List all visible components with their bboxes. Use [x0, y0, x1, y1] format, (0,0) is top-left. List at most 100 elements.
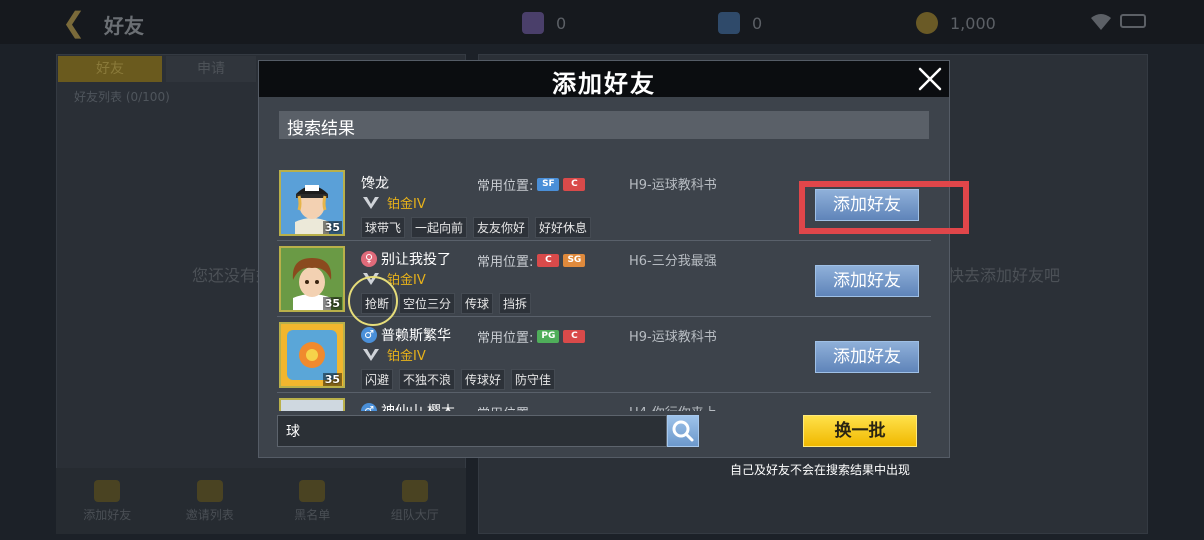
- add-friend-button[interactable]: 添加好友: [815, 341, 919, 373]
- dialog-header: 添加好友: [259, 61, 949, 98]
- back-icon[interactable]: ❮: [62, 8, 92, 38]
- tag-list: 球带飞 一起向前 友友你好 好好休息: [361, 217, 592, 238]
- tag: 闪避: [361, 369, 394, 390]
- search-results-list[interactable]: 35 馋龙 铂金IV 球带飞 一起向前 友友你好 好好休息 常用位置: SF C…: [277, 165, 931, 411]
- player-name-part: 樱木: [427, 401, 455, 411]
- tag: 挡拆: [499, 293, 532, 314]
- resource-3: 1,000: [916, 12, 996, 34]
- result-row: 35 ♀ 别让我投了 铂金IV 抢断 空位三分 传球 挡拆 常用位置: C SG…: [277, 241, 931, 317]
- resource-2: 0: [718, 12, 762, 34]
- tag: 传球: [461, 293, 494, 314]
- rank-icon: [363, 272, 379, 285]
- avatar[interactable]: 35: [279, 246, 345, 312]
- close-icon: [918, 67, 942, 91]
- tag: 不独不浪: [399, 369, 456, 390]
- search-note: 自己及好友不会在搜索结果中出现: [730, 463, 911, 477]
- tag: 空位三分: [399, 293, 456, 314]
- result-row: 35 ♂ 普赖斯繁华 铂金IV 闪避 不独不浪 传球好 防守佳 常用位置: PG…: [277, 317, 931, 393]
- level-badge: 35: [322, 297, 342, 310]
- positions: 常用位置:: [477, 403, 533, 411]
- male-icon: ♂: [361, 327, 377, 343]
- tab-requests[interactable]: 申请: [166, 56, 256, 82]
- female-icon: ♀: [361, 251, 377, 267]
- result-row: ♂ 神仙山 樱木 常用位置: H4-你行你来上: [277, 393, 931, 411]
- tag: 球带飞: [361, 217, 406, 238]
- tag-list: 闪避 不独不浪 传球好 防守佳: [361, 369, 556, 390]
- tag: 一起向前: [411, 217, 468, 238]
- positions: 常用位置: C SG: [477, 251, 586, 270]
- position-badge: PG: [537, 330, 560, 343]
- resource-1: 0: [522, 12, 566, 34]
- search-icon: [672, 420, 694, 442]
- add-friend-button[interactable]: 添加好友: [815, 265, 919, 297]
- battery-icon: [1120, 14, 1146, 28]
- result-row: 35 馋龙 铂金IV 球带飞 一起向前 友友你好 好好休息 常用位置: SF C…: [277, 165, 931, 241]
- rank-icon: [363, 196, 379, 209]
- male-icon: ♂: [361, 403, 377, 411]
- add-friend-button[interactable]: 添加好友: [815, 189, 919, 221]
- position-badge: C: [563, 178, 586, 191]
- positions-label: 常用位置:: [477, 331, 534, 346]
- rank-text: 铂金IV: [387, 197, 426, 212]
- bottom-item-invites[interactable]: 邀请列表: [168, 479, 252, 523]
- avatar[interactable]: [279, 398, 345, 411]
- positions-label: 常用位置:: [477, 255, 534, 270]
- search-button[interactable]: [667, 415, 699, 447]
- tag: 好好休息: [535, 217, 592, 238]
- section-title: 搜索结果: [287, 119, 355, 139]
- close-button[interactable]: [915, 64, 945, 94]
- player-name: 神仙山: [381, 401, 423, 411]
- tag: 友友你好: [473, 217, 530, 238]
- tag: 抢断: [361, 293, 394, 314]
- blacklist-icon: [299, 479, 326, 502]
- positions-label: 常用位置:: [477, 179, 534, 194]
- name-line: ♂ 神仙山 樱木: [361, 401, 455, 411]
- position-badge: C: [563, 330, 586, 343]
- position-badge: SF: [537, 178, 560, 191]
- player-name: 别让我投了: [381, 252, 451, 268]
- player-name: 馋龙: [361, 176, 389, 192]
- tag-list: 抢断 空位三分 传球 挡拆: [361, 293, 532, 314]
- rank-text: 铂金IV: [387, 273, 426, 288]
- skill-book: H9-运球教科书: [629, 178, 717, 193]
- rank-line: 铂金IV: [361, 345, 426, 364]
- add-friend-icon: [94, 479, 121, 502]
- refresh-button[interactable]: 换一批: [803, 415, 917, 447]
- add-friend-dialog: 添加好友 搜索结果 35 馋龙 铂金IV 球带飞 一起向前 友友你好 好好休息 …: [258, 60, 950, 458]
- name-line: ♀ 别让我投了: [361, 249, 451, 269]
- tag: 传球好: [461, 369, 506, 390]
- level-badge: 35: [322, 373, 342, 386]
- avatar[interactable]: 35: [279, 170, 345, 236]
- coin-icon: [916, 12, 938, 34]
- bottom-item-add[interactable]: 添加好友: [65, 479, 149, 523]
- friend-count: 好友列表 (0/100): [74, 90, 170, 104]
- name-line: ♂ 普赖斯繁华: [361, 325, 451, 345]
- diamond-icon: [718, 12, 740, 34]
- name-line: 馋龙: [361, 173, 389, 193]
- tab-friends[interactable]: 好友: [58, 56, 162, 82]
- level-badge: 35: [322, 221, 342, 234]
- avatar[interactable]: 35: [279, 322, 345, 388]
- dialog-title: 添加好友: [552, 70, 656, 98]
- search-input[interactable]: [277, 415, 667, 447]
- rank-line: 铂金IV: [361, 193, 426, 212]
- rank-text: 铂金IV: [387, 349, 426, 364]
- positions: 常用位置: SF C: [477, 175, 586, 194]
- player-name: 普赖斯繁华: [381, 328, 451, 344]
- team-icon: [401, 479, 428, 502]
- bottom-item-blacklist[interactable]: 黑名单: [270, 479, 354, 523]
- card-icon: [522, 12, 544, 34]
- position-badge: SG: [563, 254, 586, 267]
- invite-icon: [196, 479, 223, 502]
- rank-line: 铂金IV: [361, 269, 426, 288]
- positions-label: 常用位置:: [477, 403, 533, 411]
- tag: 防守佳: [511, 369, 556, 390]
- game-screen: ❮ 好友 0 0 1,000 好友 申请 好友列表 (0/100) 您还没有好友…: [0, 0, 1204, 540]
- search-row: 换一批: [277, 415, 929, 447]
- skill-book: H9-运球教科书: [629, 330, 717, 345]
- position-badge: C: [537, 254, 560, 267]
- skill-book: H6-三分我最强: [629, 254, 717, 269]
- screen-title: 好友: [104, 14, 144, 38]
- bottom-item-team[interactable]: 组队大厅: [373, 479, 457, 523]
- bottom-bar: 添加好友 邀请列表 黑名单 组队大厅: [56, 468, 466, 534]
